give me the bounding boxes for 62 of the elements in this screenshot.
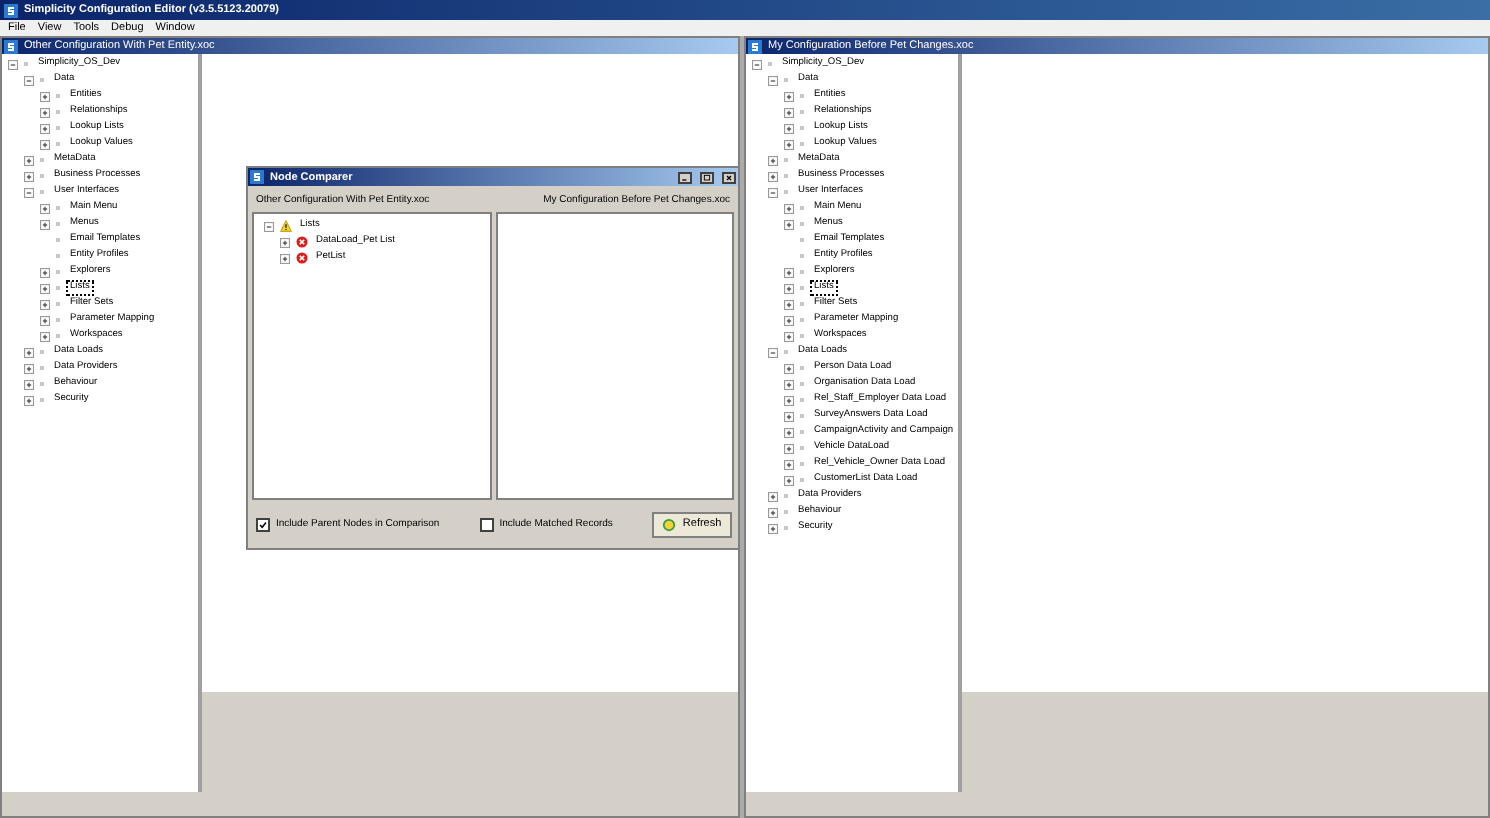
collapse-icon[interactable]	[24, 187, 34, 197]
expand-icon[interactable]	[40, 107, 50, 117]
expand-icon[interactable]	[784, 219, 794, 229]
expand-icon[interactable]	[784, 443, 794, 453]
expand-icon[interactable]	[784, 299, 794, 309]
refresh-icon	[662, 517, 677, 531]
collapse-icon[interactable]	[768, 187, 778, 197]
expand-icon[interactable]	[24, 155, 34, 165]
close-button[interactable]	[722, 171, 736, 183]
error-icon	[296, 252, 308, 264]
error-icon	[296, 236, 308, 248]
expand-icon[interactable]	[784, 203, 794, 213]
expand-icon[interactable]	[784, 411, 794, 421]
expand-icon[interactable]	[784, 315, 794, 325]
maximize-button[interactable]	[700, 171, 714, 183]
expand-icon[interactable]	[24, 363, 34, 373]
expand-icon[interactable]	[784, 363, 794, 373]
collapse-icon[interactable]	[768, 347, 778, 357]
expand-icon[interactable]	[40, 123, 50, 133]
expand-icon[interactable]	[40, 219, 50, 229]
expand-icon[interactable]	[40, 331, 50, 341]
expand-icon[interactable]	[40, 203, 50, 213]
expand-icon[interactable]	[784, 283, 794, 293]
collapse-icon[interactable]	[752, 59, 762, 69]
expand-icon[interactable]	[784, 123, 794, 133]
expand-icon[interactable]	[24, 395, 34, 405]
expand-icon[interactable]	[784, 459, 794, 469]
expand-icon[interactable]	[768, 491, 778, 501]
app-icon	[250, 170, 264, 184]
app-icon	[4, 3, 18, 17]
expand-icon[interactable]	[24, 379, 34, 389]
minimize-button[interactable]	[678, 171, 692, 183]
collapse-icon[interactable]	[768, 75, 778, 85]
expand-icon[interactable]	[40, 139, 50, 149]
collapse-icon[interactable]	[264, 221, 274, 231]
expand-icon[interactable]	[784, 267, 794, 277]
expand-icon[interactable]	[40, 91, 50, 101]
expand-icon[interactable]	[40, 267, 50, 277]
collapse-icon[interactable]	[24, 75, 34, 85]
collapse-icon[interactable]	[8, 59, 18, 69]
expand-icon[interactable]	[768, 171, 778, 181]
expand-icon[interactable]	[784, 107, 794, 117]
expand-icon[interactable]	[784, 91, 794, 101]
expand-icon[interactable]	[40, 299, 50, 309]
expand-icon[interactable]	[768, 507, 778, 517]
warning-icon	[280, 220, 292, 232]
checkbox[interactable]	[256, 517, 270, 531]
expand-icon[interactable]	[784, 331, 794, 341]
expand-icon[interactable]	[280, 253, 290, 263]
expand-icon[interactable]	[24, 171, 34, 181]
expand-icon[interactable]	[768, 155, 778, 165]
expand-icon[interactable]	[784, 139, 794, 149]
expand-icon[interactable]	[40, 315, 50, 325]
expand-icon[interactable]	[280, 237, 290, 247]
expand-icon[interactable]	[784, 475, 794, 485]
expand-icon[interactable]	[784, 395, 794, 405]
expand-icon[interactable]	[784, 379, 794, 389]
expand-icon[interactable]	[40, 283, 50, 293]
expand-icon[interactable]	[784, 427, 794, 437]
expand-icon[interactable]	[768, 523, 778, 533]
expand-icon[interactable]	[24, 347, 34, 357]
checkbox[interactable]	[479, 517, 494, 531]
